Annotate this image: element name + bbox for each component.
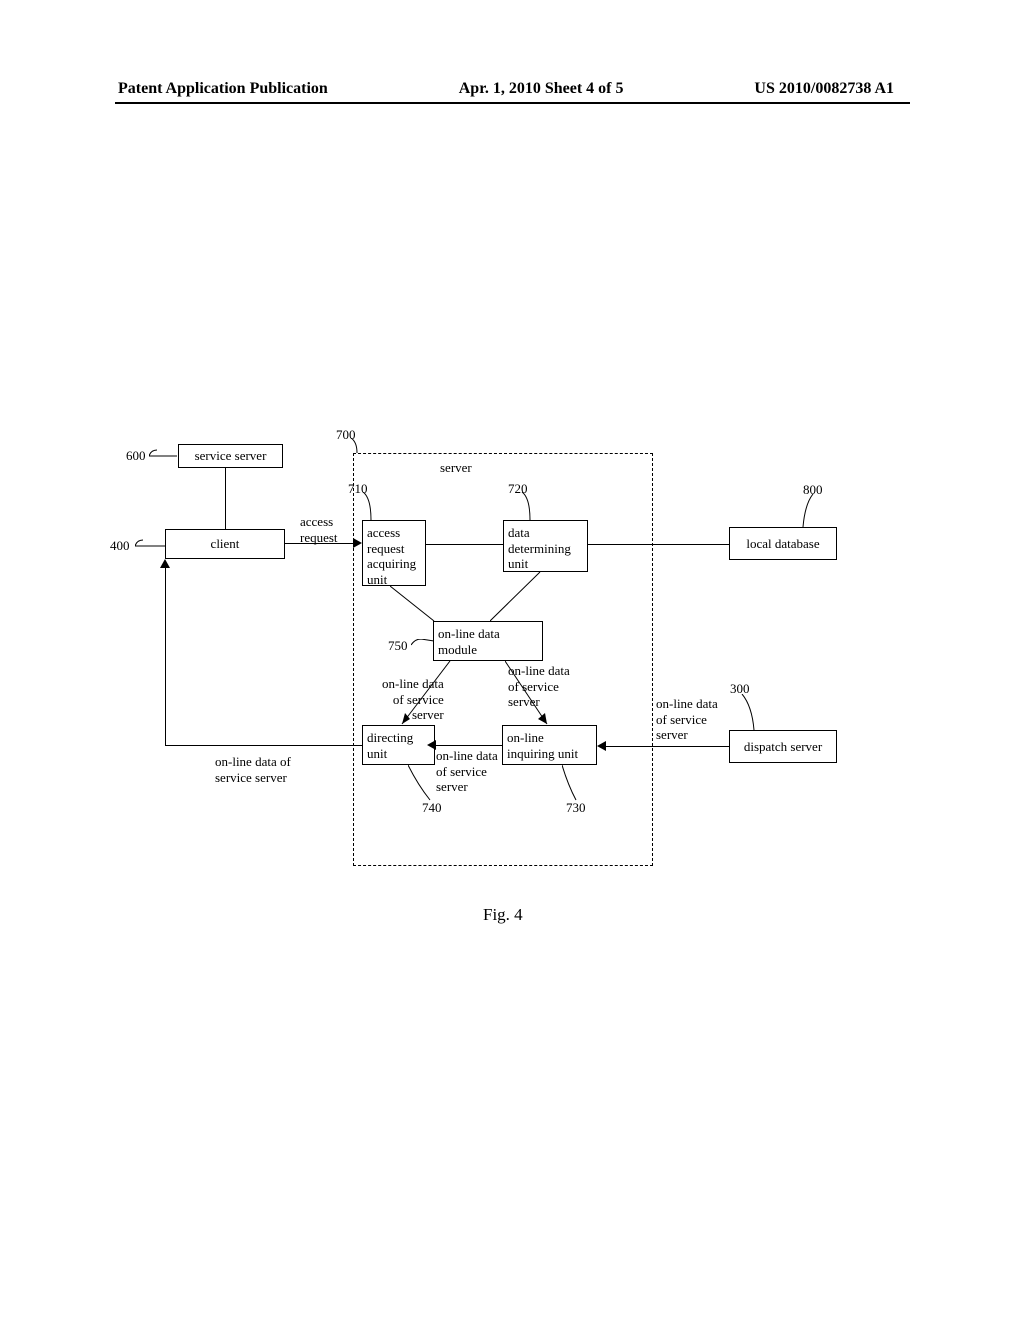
arrow-dispatch-730	[597, 741, 606, 751]
leader-600	[149, 448, 179, 466]
line-740-h	[165, 745, 362, 746]
leader-800	[799, 494, 819, 528]
box-client: client	[165, 529, 285, 559]
access-request-unit-text: access request acquiring unit	[367, 525, 416, 587]
ref-600: 600	[126, 448, 146, 464]
local-database-text: local database	[746, 536, 819, 552]
online-inquiring-text: on-line inquiring unit	[507, 730, 578, 761]
box-dispatch-server: dispatch server	[729, 730, 837, 763]
leader-730	[562, 765, 582, 801]
line-720-750	[490, 572, 550, 622]
dispatch-server-text: dispatch server	[744, 739, 822, 755]
leader-700	[343, 438, 363, 456]
box-service-server: service server	[178, 444, 283, 468]
box-data-determining-unit: data determining unit	[503, 520, 588, 572]
arrow-client-710	[353, 538, 362, 548]
line-710-720	[426, 544, 503, 545]
arrow-740-client	[160, 559, 170, 568]
client-text: client	[211, 536, 240, 552]
page-header: Patent Application Publication Apr. 1, 2…	[0, 80, 1024, 98]
line-ss-client	[225, 468, 226, 529]
box-online-inquiring-unit: on-line inquiring unit	[502, 725, 597, 765]
label-dispatch-730: on-line data of service server	[656, 696, 718, 743]
online-data-module-text: on-line data module	[438, 626, 500, 657]
header-right: US 2010/0082738 A1	[754, 80, 894, 98]
label-750-730: on-line data of service server	[508, 663, 570, 710]
box-access-request-unit: access request acquiring unit	[362, 520, 426, 586]
arrow-730-740	[427, 740, 436, 750]
figure-caption: Fig. 4	[483, 905, 523, 925]
box-directing-unit: directing unit	[362, 725, 435, 765]
label-730-740: on-line data of service server	[436, 748, 498, 795]
ref-740: 740	[422, 800, 442, 816]
header-mid: Apr. 1, 2010 Sheet 4 of 5	[459, 80, 624, 98]
leader-740	[408, 765, 432, 801]
box-online-data-module: on-line data module	[433, 621, 543, 661]
header-rule	[115, 102, 910, 104]
service-server-text: service server	[195, 448, 267, 464]
header-left: Patent Application Publication	[118, 80, 328, 98]
leader-300	[736, 694, 758, 730]
server-label: server	[440, 460, 472, 476]
line-740-v	[165, 567, 166, 745]
directing-unit-text: directing unit	[367, 730, 413, 761]
box-local-database: local database	[729, 527, 837, 560]
label-750-740: on-line data of service server	[382, 676, 444, 723]
leader-720	[520, 492, 538, 522]
figure-4-diagram: service server 600 client 400 server 700…	[105, 430, 925, 890]
leader-400	[135, 536, 167, 554]
label-740-client: on-line data of service server	[215, 754, 291, 785]
leader-710	[361, 492, 379, 522]
ref-400: 400	[110, 538, 130, 554]
line-dispatch-730	[605, 746, 729, 747]
line-730-740	[435, 745, 502, 746]
ref-750: 750	[388, 638, 408, 654]
data-determining-text: data determining unit	[508, 525, 571, 572]
leader-750	[411, 639, 436, 651]
line-710-750	[390, 586, 440, 622]
label-access-request: access request	[300, 514, 338, 545]
ref-730: 730	[566, 800, 586, 816]
line-720-db	[588, 544, 729, 545]
